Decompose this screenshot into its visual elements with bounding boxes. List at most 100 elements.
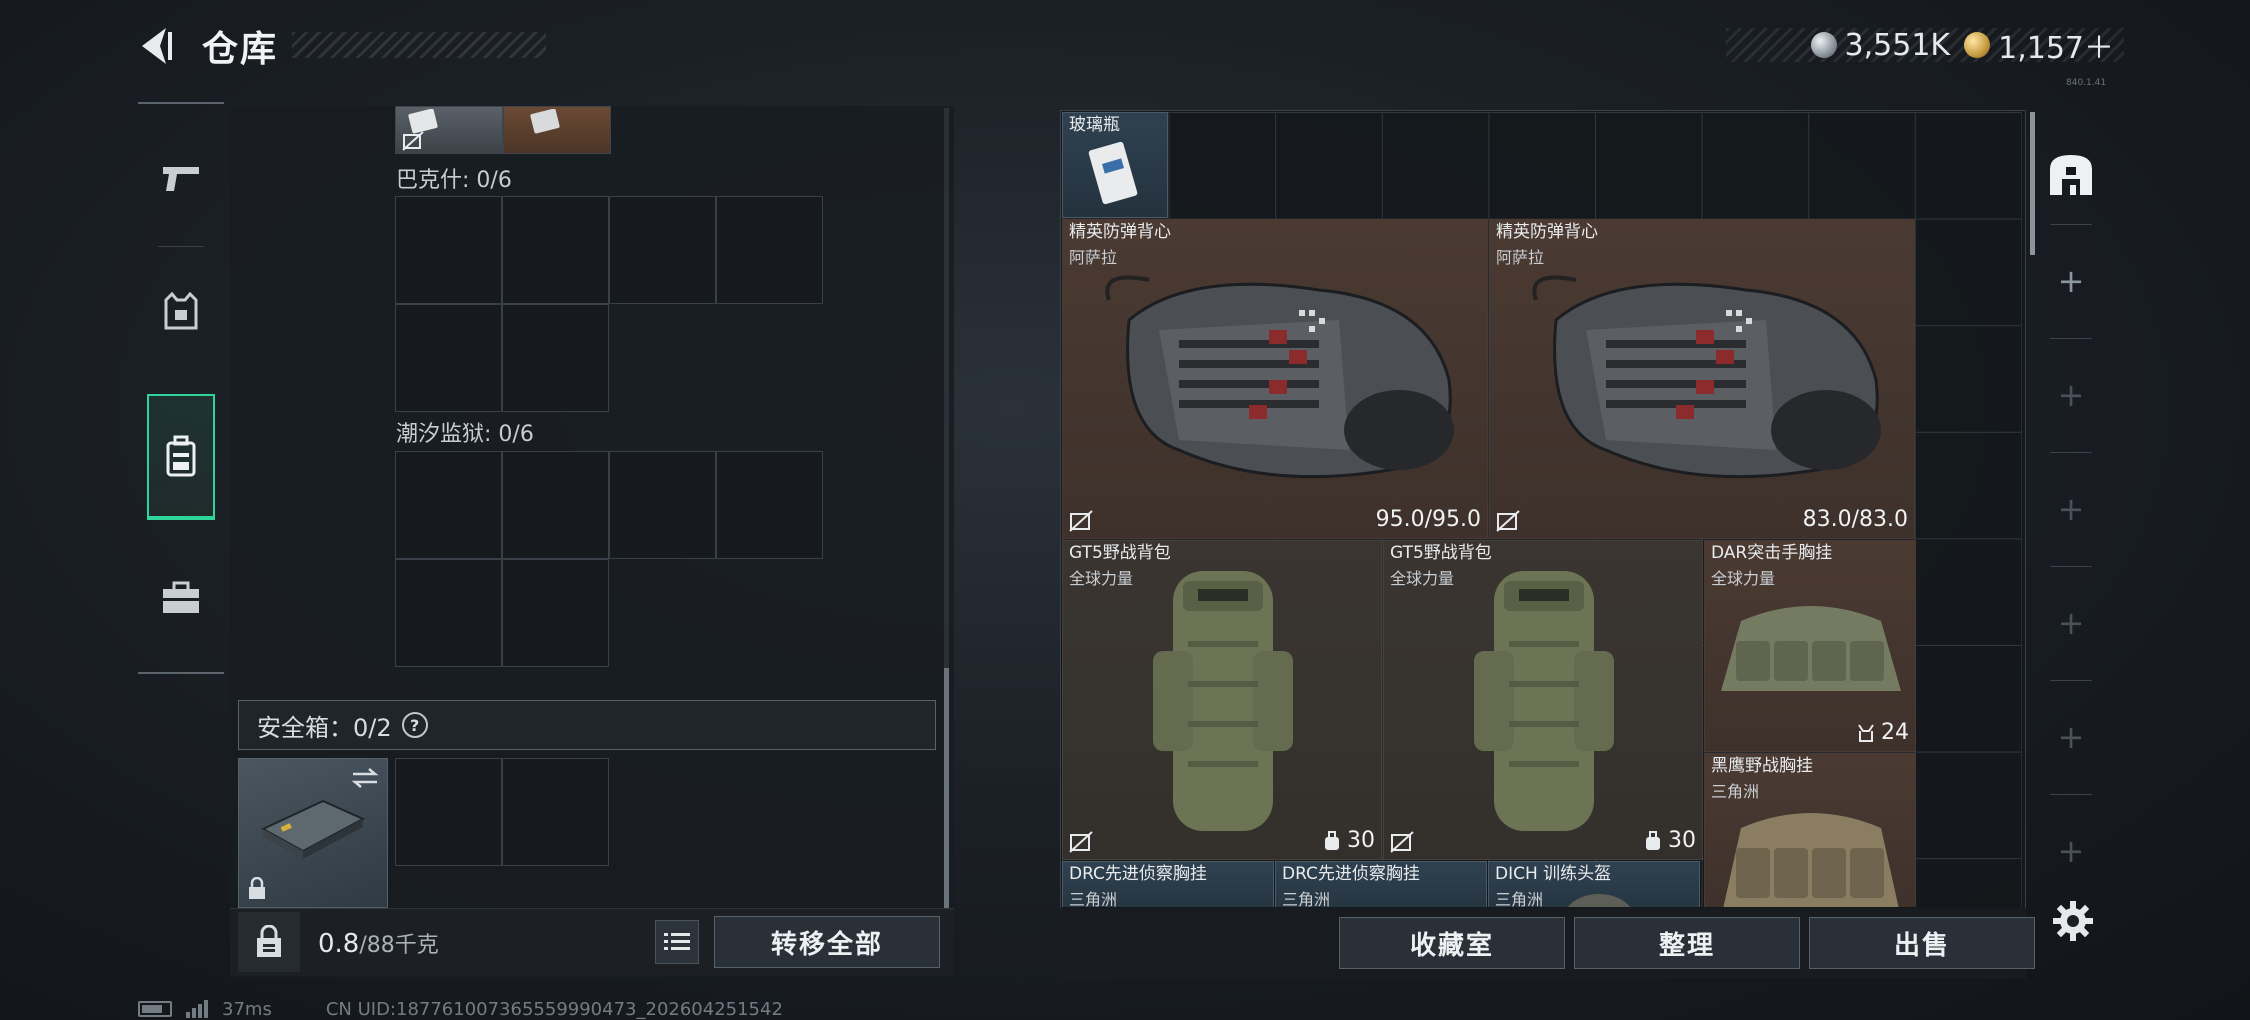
item-name: DAR突击手胸挂 xyxy=(1711,543,1833,563)
list-view-button[interactable] xyxy=(655,920,699,964)
backpack-icon xyxy=(166,435,196,477)
stash-scroll-thumb[interactable] xyxy=(2030,112,2035,255)
stash-page-add-1[interactable]: + xyxy=(2040,241,2102,321)
plus-icon: + xyxy=(2057,718,2085,756)
weight-max: /88千克 xyxy=(359,933,439,958)
item-name: DRC先进侦察胸挂 xyxy=(1282,864,1420,884)
armor-vest-image xyxy=(1532,275,1881,479)
plus-icon: + xyxy=(2057,604,2085,642)
player-uid: CN UID:18776100736555999047​3_2026042515… xyxy=(325,998,783,1020)
backpack-scroll-thumb[interactable] xyxy=(944,668,949,908)
stash-page-add-2[interactable]: + xyxy=(2040,355,2102,435)
settings-button[interactable] xyxy=(2050,898,2096,944)
item-brand: 三角洲 xyxy=(1282,890,1331,907)
stash-grid[interactable]: 玻璃瓶 精英防弹背心 阿萨拉 95.0/95.0 精英防弹背心 阿萨拉 83.0… xyxy=(1062,112,2022,907)
helmet-image xyxy=(1567,894,1631,907)
stash-item-gt5-backpack-1[interactable]: GT5野战背包 全球力量 30 xyxy=(1062,540,1382,860)
gold-currency-value: 1,157＋ xyxy=(1998,31,2114,66)
safebox-header: 安全箱：0/2 ? xyxy=(238,700,936,750)
plus-icon: + xyxy=(2057,376,2085,414)
item-name: 黑鹰野战胸挂 xyxy=(1711,756,1813,776)
inventory-category-nav xyxy=(138,102,224,674)
section-label-bakhsh: 巴克什: 0/6 xyxy=(396,168,512,193)
plus-icon: + xyxy=(2057,490,2085,528)
armor-vest-icon xyxy=(164,292,198,330)
stash-item-elite-vest-2[interactable]: 精英防弹背心 阿萨拉 83.0/83.0 xyxy=(1489,219,1915,539)
version-tag: 840.1.41 xyxy=(2066,78,2107,88)
gear-icon xyxy=(2053,901,2093,941)
item-brand: 全球力量 xyxy=(1069,569,1134,588)
stash-home-icon xyxy=(2050,155,2092,195)
weight-current: 0.8 xyxy=(318,929,360,959)
bottle-card-icon xyxy=(1088,141,1138,205)
chest-rig-image xyxy=(1723,813,1899,907)
silver-coin-icon xyxy=(1810,32,1837,58)
stash-item-drc-chest-rig-2[interactable]: DRC先进侦察胸挂 三角洲 xyxy=(1275,861,1487,907)
stash-page-add-5[interactable]: + xyxy=(2040,697,2102,777)
weight-display: 0.8/88千克 xyxy=(318,927,439,959)
stash-page-add-6[interactable]: + xyxy=(2040,811,2102,891)
briefcase-icon xyxy=(163,581,199,613)
stash-item-dich-helmet[interactable]: DICH 训练头盔 三角洲 xyxy=(1488,861,1700,907)
stash-page-column: + + + + + + xyxy=(2040,112,2102,902)
sell-button[interactable]: 出售 xyxy=(1809,917,2035,969)
rig-capacity-icon xyxy=(1858,723,1874,742)
backpack-item-slot[interactable] xyxy=(503,106,611,154)
container-grid-bakhsh[interactable] xyxy=(395,196,823,412)
nav-weapons[interactable] xyxy=(138,118,224,238)
item-brand: 全球力量 xyxy=(1390,569,1455,588)
stash-item-elite-vest-1[interactable]: 精英防弹背心 阿萨拉 95.0/95.0 xyxy=(1062,219,1488,539)
page-title: 仓库 xyxy=(202,29,279,70)
back-button[interactable] xyxy=(132,22,180,70)
plus-icon: + xyxy=(2057,832,2085,870)
lock-icon xyxy=(249,877,265,899)
no-trade-icon xyxy=(402,131,424,151)
collection-room-button[interactable]: 收藏室 xyxy=(1339,917,1565,969)
stash-item-dar-chest-rig[interactable]: DAR突击手胸挂 全球力量 24 xyxy=(1704,540,1916,752)
item-name: 精英防弹背心 xyxy=(1069,222,1171,242)
organize-button[interactable]: 整理 xyxy=(1574,917,1800,969)
gold-currency[interactable]: 1,157＋ xyxy=(1964,23,2114,67)
safebox-item[interactable] xyxy=(238,758,388,908)
stash-page-add-4[interactable]: + xyxy=(2040,583,2102,663)
durability-value: 83.0/83.0 xyxy=(1802,507,1908,532)
help-icon[interactable]: ? xyxy=(401,712,428,738)
capacity-display: 30 xyxy=(1644,828,1696,853)
section-label-tidal-prison: 潮汐监狱: 0/6 xyxy=(396,422,534,447)
chest-rig-image xyxy=(1721,606,1901,691)
capacity-display: 30 xyxy=(1323,828,1375,853)
list-icon xyxy=(664,933,690,950)
stash-item-drc-chest-rig-1[interactable]: DRC先进侦察胸挂 三角洲 xyxy=(1062,861,1274,907)
stash-item-blackhawk-chest-rig[interactable]: 黑鹰野战胸挂 三角洲 xyxy=(1704,753,1916,907)
nav-backpack[interactable] xyxy=(147,394,215,520)
item-name: 精英防弹背心 xyxy=(1496,222,1598,242)
durability-value: 95.0/95.0 xyxy=(1375,507,1481,532)
swap-icon[interactable] xyxy=(351,767,379,789)
device-status-bar: 37ms CN UID:18776100736555999047​3_20260… xyxy=(138,998,783,1020)
container-grid-tidal-prison[interactable] xyxy=(395,451,823,667)
nav-armor[interactable] xyxy=(138,252,224,372)
nav-cases[interactable] xyxy=(138,538,224,658)
battery-icon xyxy=(138,1001,172,1017)
transfer-all-button[interactable]: 转移全部 xyxy=(714,916,940,968)
item-brand: 三角洲 xyxy=(1069,890,1118,907)
capacity-value: 30 xyxy=(1347,828,1375,853)
silver-currency-value: 3,551K xyxy=(1844,27,1951,63)
safebox-grid[interactable] xyxy=(395,758,609,866)
pistol-icon xyxy=(163,167,199,191)
silver-currency[interactable]: 3,551K xyxy=(1810,27,1951,63)
bag-capacity-icon xyxy=(1646,830,1660,850)
capacity-value: 30 xyxy=(1668,828,1696,853)
backpack-item-slot[interactable] xyxy=(395,106,503,154)
stash-item-gt5-backpack-2[interactable]: GT5野战背包 全球力量 30 xyxy=(1383,540,1703,860)
no-trade-icon xyxy=(1069,510,1093,532)
backpack-image xyxy=(1474,571,1614,831)
item-name: DICH 训练头盔 xyxy=(1495,864,1612,884)
paper-item-icon xyxy=(530,109,560,134)
no-trade-icon xyxy=(1069,831,1093,853)
stash-home-tab[interactable] xyxy=(2040,126,2102,222)
plus-icon: + xyxy=(2057,262,2085,300)
stash-item-glass-bottle[interactable]: 玻璃瓶 xyxy=(1062,112,1168,218)
currency-bar: 3,551K 1,157＋ xyxy=(1726,27,2124,66)
stash-page-add-3[interactable]: + xyxy=(2040,469,2102,549)
